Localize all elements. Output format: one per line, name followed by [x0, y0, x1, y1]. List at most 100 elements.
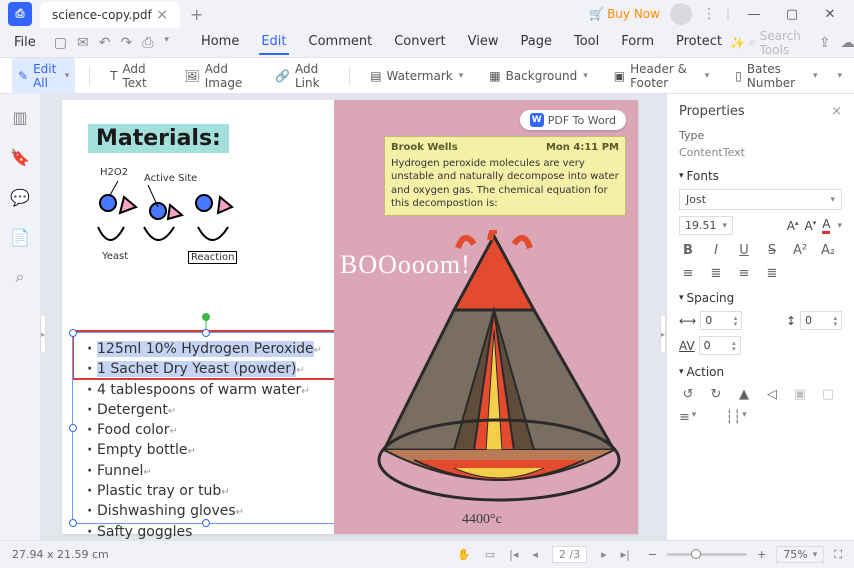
- first-page-button[interactable]: |◂: [509, 548, 518, 561]
- increase-font-icon[interactable]: A▴: [787, 219, 799, 233]
- line-spacing-input[interactable]: ↕0▴▾: [786, 311, 842, 330]
- share-icon[interactable]: ⇪: [819, 35, 831, 51]
- comment-popup[interactable]: Brook Wells Mon 4:11 PM Hydrogen peroxid…: [384, 136, 626, 216]
- avatar[interactable]: [670, 3, 692, 25]
- align-center-button[interactable]: ≣: [707, 266, 725, 281]
- resize-handle[interactable]: [202, 329, 210, 337]
- tab-close-button[interactable]: ×: [152, 7, 172, 23]
- rotate-cw-button[interactable]: ↻: [707, 387, 725, 402]
- bookmark-icon[interactable]: 🔖: [11, 148, 29, 166]
- zoom-select[interactable]: 75%▾: [776, 546, 824, 563]
- kerning-input[interactable]: AV0▴▾: [679, 336, 741, 355]
- watermark-button[interactable]: ▤Watermark▾: [364, 65, 469, 87]
- search-tools[interactable]: ✨ ⌕ Search Tools: [730, 29, 801, 57]
- distribute-button[interactable]: ┆┆▾: [727, 410, 745, 425]
- maximize-button[interactable]: ▢: [778, 3, 806, 25]
- type-value: ContentText: [679, 146, 842, 159]
- next-page-button[interactable]: ▸: [601, 548, 607, 561]
- comment-icon[interactable]: 💬: [11, 188, 29, 206]
- canvas[interactable]: ▸ ▸ Materials:: [40, 94, 666, 540]
- add-image-button[interactable]: 🖼Add Image: [179, 58, 256, 94]
- buy-now-link[interactable]: 🛒 Buy Now: [589, 7, 660, 21]
- tab-comment[interactable]: Comment: [307, 30, 375, 55]
- flip-v-button[interactable]: ▲: [735, 387, 753, 402]
- edit-all-button[interactable]: ✎ Edit All ▾: [12, 58, 75, 94]
- page-indicator[interactable]: 2 /3: [552, 546, 587, 563]
- tab-view[interactable]: View: [466, 30, 501, 55]
- undo-icon[interactable]: ↶: [99, 35, 111, 51]
- more-menu[interactable]: ⋮: [702, 6, 716, 22]
- main-area: ▥ 🔖 💬 📄 ⌕ ▸ ▸ Materials:: [0, 94, 854, 540]
- add-text-button[interactable]: TAdd Text: [104, 58, 164, 94]
- resize-handle[interactable]: [69, 519, 77, 527]
- strikethrough-button[interactable]: S: [763, 243, 781, 258]
- decrease-font-icon[interactable]: A▾: [805, 219, 817, 233]
- print-options-chevron-icon[interactable]: ▾: [164, 35, 169, 51]
- zoom-slider[interactable]: [667, 553, 747, 556]
- hand-tool-icon[interactable]: ✋: [457, 548, 471, 561]
- tab-protect[interactable]: Protect: [674, 30, 724, 55]
- font-size-select[interactable]: 19.51▾: [679, 216, 733, 235]
- bold-button[interactable]: B: [679, 243, 697, 258]
- zoom-out-button[interactable]: −: [648, 548, 657, 561]
- crop-button[interactable]: ▣: [791, 387, 809, 402]
- attachment-icon[interactable]: 📄: [11, 228, 29, 246]
- mail-icon[interactable]: ✉: [77, 35, 89, 51]
- new-tab-button[interactable]: +: [180, 5, 213, 24]
- zoom-thumb[interactable]: [691, 549, 701, 559]
- cloud-icon[interactable]: ☁: [841, 35, 854, 51]
- char-spacing-input[interactable]: ⟷0▴▾: [679, 311, 742, 330]
- thumbnails-icon[interactable]: ▥: [11, 108, 29, 126]
- resize-handle[interactable]: [69, 424, 77, 432]
- align-objects-button[interactable]: ≡▾: [679, 410, 697, 425]
- rotate-ccw-button[interactable]: ↺: [679, 387, 697, 402]
- search-panel-icon[interactable]: ⌕: [11, 268, 29, 286]
- overflow-chevron-icon[interactable]: ▾: [837, 71, 842, 81]
- close-button[interactable]: ✕: [816, 3, 844, 25]
- italic-button[interactable]: I: [707, 243, 725, 258]
- section-action[interactable]: Action: [679, 365, 842, 379]
- tab-convert[interactable]: Convert: [392, 30, 447, 55]
- align-left-button[interactable]: ≡: [679, 266, 697, 281]
- align-justify-button[interactable]: ≣: [763, 266, 781, 281]
- underline-button[interactable]: U: [735, 243, 753, 258]
- right-panel-collapse-handle[interactable]: ▸: [660, 314, 666, 354]
- tab-tool[interactable]: Tool: [572, 30, 601, 55]
- font-color-icon[interactable]: A: [822, 217, 830, 234]
- document-tab[interactable]: science-copy.pdf ×: [40, 2, 180, 28]
- section-fonts[interactable]: Fonts: [679, 169, 842, 183]
- tab-edit[interactable]: Edit: [259, 30, 288, 55]
- redo-icon[interactable]: ↷: [120, 35, 132, 51]
- comment-body: Hydrogen peroxide molecules are very uns…: [391, 157, 619, 211]
- section-spacing[interactable]: Spacing: [679, 291, 842, 305]
- superscript-button[interactable]: A²: [791, 243, 809, 258]
- background-button[interactable]: ▦Background▾: [483, 65, 593, 87]
- subscript-button[interactable]: A₂: [819, 243, 837, 258]
- tab-form[interactable]: Form: [619, 30, 656, 55]
- align-right-button[interactable]: ≡: [735, 266, 753, 281]
- search-placeholder: Search Tools: [760, 29, 801, 57]
- resize-handle[interactable]: [69, 329, 77, 337]
- bates-number-button[interactable]: ▯Bates Number▾: [729, 58, 823, 94]
- zoom-in-button[interactable]: +: [757, 548, 766, 561]
- minimize-button[interactable]: —: [740, 3, 768, 25]
- open-icon[interactable]: ▢: [54, 35, 67, 51]
- text-selection[interactable]: 125ml 10% Hydrogen Peroxide↵ 1 Sachet Dr…: [72, 332, 340, 524]
- file-menu[interactable]: File: [10, 35, 40, 50]
- tab-page[interactable]: Page: [518, 30, 553, 55]
- read-mode-icon[interactable]: ▭: [485, 548, 495, 561]
- fit-page-icon[interactable]: ⛶: [834, 548, 842, 562]
- pdf-to-word-button[interactable]: W PDF To Word: [520, 110, 626, 130]
- last-page-button[interactable]: ▸|: [621, 548, 630, 561]
- left-panel-collapse-handle[interactable]: ▸: [40, 314, 46, 354]
- materials-list[interactable]: 125ml 10% Hydrogen Peroxide↵ 1 Sachet Dr…: [73, 333, 339, 540]
- flip-h-button[interactable]: ◁: [763, 387, 781, 402]
- print-icon[interactable]: ⎙: [142, 35, 153, 51]
- replace-button[interactable]: ▢: [819, 387, 837, 402]
- header-footer-button[interactable]: ▣Header & Footer▾: [608, 58, 716, 94]
- properties-close-icon[interactable]: ×: [831, 104, 842, 119]
- tab-home[interactable]: Home: [199, 30, 241, 55]
- add-link-button[interactable]: 🔗Add Link: [269, 58, 335, 94]
- prev-page-button[interactable]: ◂: [532, 548, 538, 561]
- font-family-select[interactable]: Jost▾: [679, 189, 842, 210]
